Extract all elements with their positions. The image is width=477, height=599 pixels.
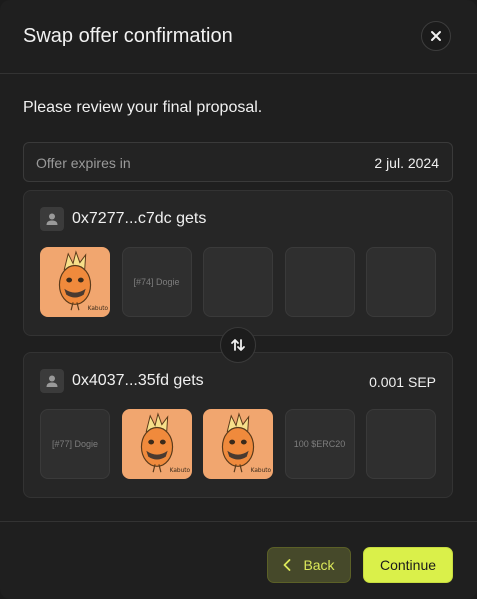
swap-offer-modal: Swap offer confirmation Please review yo…	[0, 0, 477, 599]
footer-divider	[0, 521, 477, 522]
item-label: 100 $ERC20	[293, 439, 346, 449]
svg-text:Kabuto: Kabuto	[169, 468, 190, 474]
nft-carrot-image: Kabuto	[221, 412, 272, 474]
continue-label: Continue	[379, 557, 437, 573]
expiry-row: Offer expires in 2 jul. 2024	[23, 142, 453, 182]
item-label: [#77] Dogie	[51, 439, 99, 449]
item-label: [#74] Dogie	[133, 277, 180, 287]
back-button[interactable]: Back	[267, 547, 351, 583]
svg-text:Kabuto: Kabuto	[88, 306, 109, 312]
offer-2-user-row: 0x4037...35fd gets	[40, 369, 204, 393]
offer-panel-1: 0x7277...c7dc gets Kabuto [#74] Dogie	[23, 190, 453, 336]
swap-arrows-icon	[231, 339, 245, 351]
close-button[interactable]	[421, 21, 451, 51]
modal-header: Swap offer confirmation	[0, 0, 477, 74]
expiry-label: Offer expires in	[36, 155, 131, 171]
offer-2-token-amount: 0.001 SEP	[369, 374, 436, 390]
back-label: Back	[303, 557, 335, 573]
nft-item-slot[interactable]: Kabuto	[40, 247, 110, 317]
review-instruction: Please review your final proposal.	[23, 99, 263, 116]
offer-1-user-label: 0x7277...c7dc gets	[72, 210, 207, 227]
user-icon	[40, 207, 64, 231]
continue-button[interactable]: Continue	[363, 547, 453, 583]
nft-item-slot[interactable]: [#77] Dogie	[40, 409, 110, 479]
nft-item-slot[interactable]: Kabuto	[121, 409, 192, 479]
nft-item-slot[interactable]: Kabuto	[203, 409, 273, 479]
nft-carrot-image: Kabuto	[58, 250, 109, 312]
offer-2-items: [#77] Dogie Kabuto Kabuto 100 $ERC20	[40, 409, 436, 479]
modal-title: Swap offer confirmation	[23, 25, 233, 47]
empty-item-slot[interactable]	[284, 247, 355, 317]
swap-direction-button[interactable]	[220, 327, 256, 363]
token-item-slot[interactable]: 100 $ERC20	[284, 409, 355, 479]
empty-item-slot[interactable]	[366, 409, 436, 479]
offer-1-items: Kabuto [#74] Dogie	[40, 247, 436, 317]
svg-text:Kabuto: Kabuto	[251, 468, 272, 474]
chevron-left-icon	[283, 559, 291, 571]
nft-item-slot[interactable]: [#74] Dogie	[121, 247, 192, 317]
offer-panel-2: 0x4037...35fd gets 0.001 SEP [#77] Dogie…	[23, 352, 453, 498]
empty-item-slot[interactable]	[203, 247, 273, 317]
nft-carrot-image: Kabuto	[140, 412, 190, 474]
offer-2-user-label: 0x4037...35fd gets	[72, 372, 204, 389]
user-icon	[40, 369, 64, 393]
offer-1-user-row: 0x7277...c7dc gets	[40, 207, 206, 231]
close-icon	[431, 31, 441, 41]
expiry-date: 2 jul. 2024	[374, 155, 439, 171]
empty-item-slot[interactable]	[366, 247, 436, 317]
